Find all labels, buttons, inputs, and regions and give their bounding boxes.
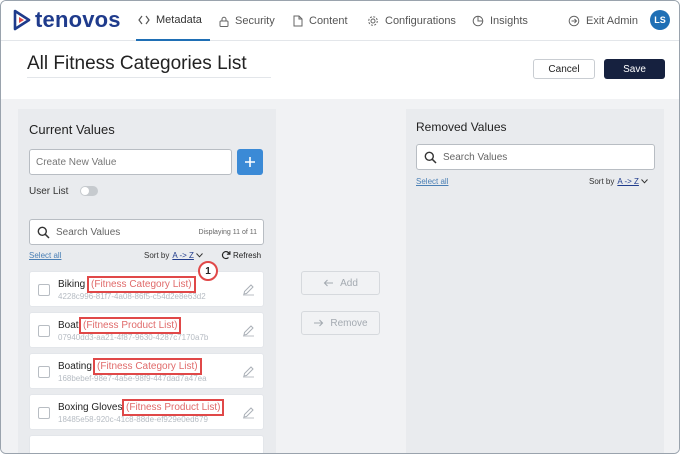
search-placeholder: Search Values	[443, 151, 508, 163]
arrow-right-icon	[313, 319, 324, 327]
sort-label: Sort by	[589, 177, 615, 186]
refresh-icon	[221, 250, 231, 260]
sort-value: A -> Z	[172, 251, 194, 260]
code-icon	[138, 15, 150, 25]
edit-icon[interactable]	[242, 283, 255, 296]
cancel-button[interactable]: Cancel	[533, 59, 595, 79]
save-button[interactable]: Save	[604, 59, 665, 79]
plus-icon	[245, 157, 255, 167]
nav-tab-security[interactable]: Security	[219, 1, 275, 41]
user-list-label: User List	[29, 186, 69, 197]
create-new-value-input[interactable]: Create New Value	[29, 149, 232, 175]
brand[interactable]: tenovos	[13, 8, 121, 32]
edit-icon[interactable]	[242, 324, 255, 337]
nav-tab-metadata[interactable]: Metadata	[136, 1, 210, 41]
sort-value: A -> Z	[617, 177, 639, 186]
exit-icon	[568, 15, 580, 27]
chevron-down-icon	[196, 253, 203, 258]
list-item[interactable]: Boat (Fitness Product List) 07940dd3-aa2…	[29, 312, 264, 348]
nav-tab-content[interactable]: Content	[293, 1, 348, 41]
chevron-down-icon	[641, 179, 648, 184]
list-item[interactable]: Boating (Fitness Category List) 168bebef…	[29, 353, 264, 389]
list-item[interactable]: Biking (Fitness Category List) 4228c996-…	[29, 271, 264, 307]
current-sort-control[interactable]: Sort by A -> Z	[144, 251, 203, 260]
tenovos-logo-icon	[13, 9, 31, 31]
item-id: 07940dd3-aa21-4f87-9630-4287c7170a7b	[58, 333, 209, 342]
removed-search-input[interactable]: Search Values	[416, 144, 655, 170]
top-navigation: tenovos Metadata Security Content Config…	[1, 1, 679, 41]
displaying-count: Displaying 11 of 11	[198, 228, 258, 236]
item-type-label: (Fitness Category List)	[87, 276, 196, 293]
user-list-toggle[interactable]	[80, 186, 98, 196]
exit-admin-label: Exit Admin	[586, 15, 638, 27]
removed-sort-control[interactable]: Sort by A -> Z	[589, 177, 648, 186]
item-checkbox[interactable]	[38, 284, 50, 296]
refresh-label: Refresh	[233, 250, 262, 260]
item-checkbox[interactable]	[38, 407, 50, 419]
current-search-input[interactable]: Search Values Displaying 11 of 11	[29, 219, 264, 245]
item-id: 4228c996-81f7-4a08-86f5-c54d2e8e63d2	[58, 292, 206, 301]
nav-tab-configurations[interactable]: Configurations	[367, 1, 456, 41]
lock-icon	[219, 16, 229, 27]
pie-chart-icon	[472, 15, 484, 27]
current-values-title: Current Values	[29, 122, 115, 137]
gear-icon	[367, 15, 379, 27]
list-item[interactable]	[29, 435, 264, 453]
item-type-label: (Fitness Category List)	[93, 358, 202, 375]
list-item[interactable]: Boxing Gloves (Fitness Product List) 184…	[29, 394, 264, 430]
item-name: Boat	[58, 320, 79, 331]
page-title: All Fitness Categories List	[27, 53, 271, 78]
nav-tab-label: Security	[235, 15, 275, 27]
item-type-label: (Fitness Product List)	[79, 317, 182, 334]
remove-button[interactable]: Remove	[301, 311, 380, 335]
current-select-all-link[interactable]: Select all	[29, 251, 61, 260]
add-button-label: Add	[340, 277, 358, 289]
brand-name: tenovos	[35, 7, 121, 32]
removed-values-title: Removed Values	[416, 120, 507, 134]
search-icon	[37, 226, 50, 239]
nav-tab-label: Configurations	[385, 15, 456, 27]
edit-icon[interactable]	[242, 406, 255, 419]
item-checkbox[interactable]	[38, 366, 50, 378]
item-name: Boxing Gloves	[58, 402, 123, 413]
create-new-value-placeholder: Create New Value	[36, 156, 117, 168]
item-checkbox[interactable]	[38, 325, 50, 337]
item-type-label: (Fitness Product List)	[122, 399, 225, 416]
item-name: Boating	[58, 361, 92, 372]
nav-tab-label: Metadata	[156, 14, 202, 26]
add-value-button[interactable]	[237, 149, 263, 175]
refresh-button[interactable]: Refresh	[221, 250, 261, 260]
app-window: tenovos Metadata Security Content Config…	[0, 0, 680, 454]
removed-select-all-link[interactable]: Select all	[416, 177, 448, 186]
nav-tab-label: Insights	[490, 15, 528, 27]
file-icon	[293, 15, 303, 27]
arrow-left-icon	[323, 279, 334, 287]
nav-tab-insights[interactable]: Insights	[472, 1, 528, 41]
exit-admin-button[interactable]: Exit Admin	[568, 1, 638, 41]
item-id: 168bebef-98e7-4a5e-98f9-447dad7a47ea	[58, 374, 207, 383]
user-avatar[interactable]: LS	[650, 10, 670, 30]
step-callout: 1	[198, 261, 218, 281]
add-button[interactable]: Add	[301, 271, 380, 295]
edit-icon[interactable]	[242, 365, 255, 378]
search-icon	[424, 151, 437, 164]
item-name: Biking	[58, 279, 86, 290]
item-id: 18485e58-920c-41c8-88de-ef929e0ed679	[58, 415, 208, 424]
nav-tab-label: Content	[309, 15, 348, 27]
search-placeholder: Search Values	[56, 226, 121, 238]
remove-button-label: Remove	[330, 317, 368, 329]
sort-label: Sort by	[144, 251, 170, 260]
